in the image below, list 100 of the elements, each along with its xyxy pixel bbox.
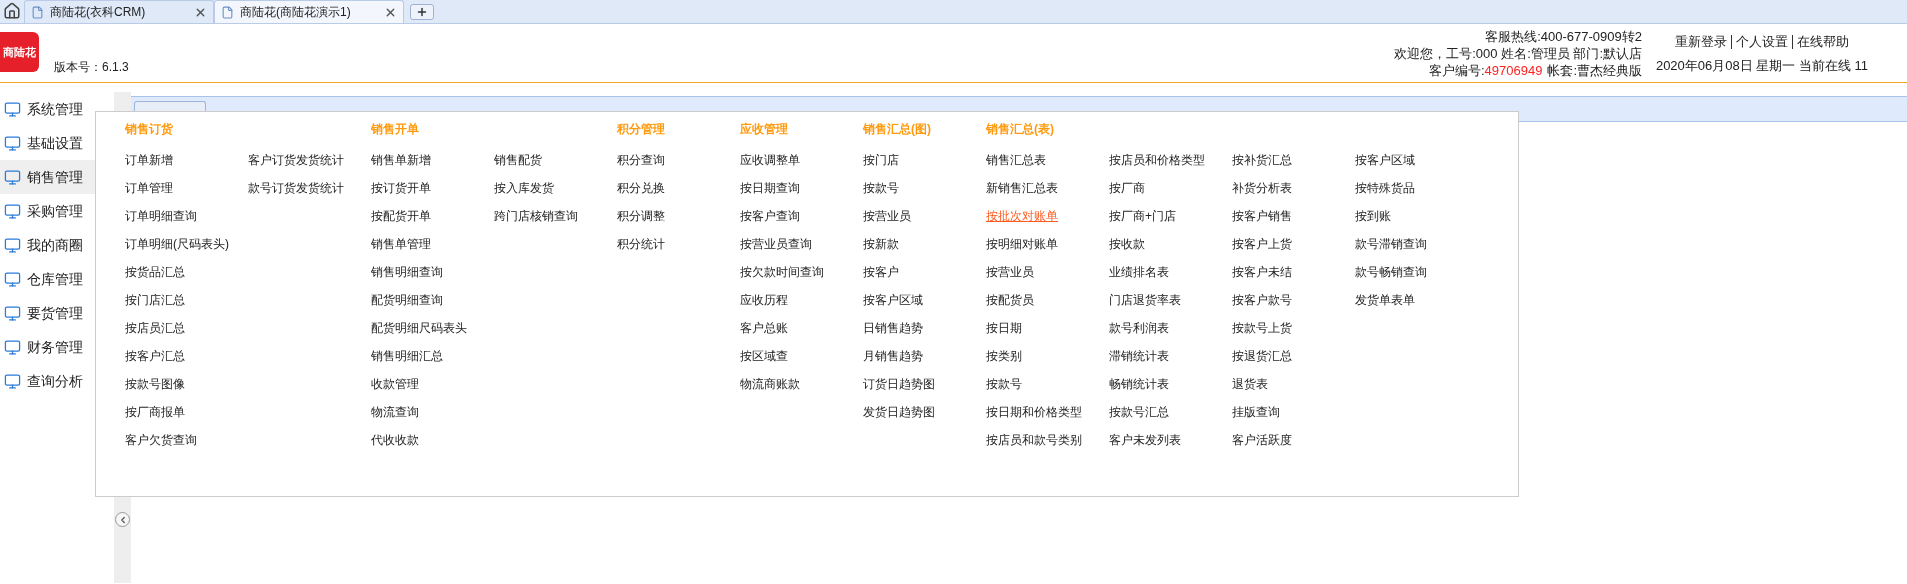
menu-item[interactable]: 款号订货发货统计 — [248, 179, 344, 197]
menu-item[interactable]: 款号利润表 — [1109, 319, 1169, 337]
menu-item[interactable]: 客户订货发货统计 — [248, 151, 344, 169]
menu-item[interactable]: 收款管理 — [371, 375, 419, 393]
menu-item[interactable]: 按区域查 — [740, 347, 788, 365]
menu-item[interactable]: 按客户销售 — [1232, 207, 1292, 225]
menu-item[interactable]: 按入库发货 — [494, 179, 554, 197]
menu-item[interactable]: 应收调整单 — [740, 151, 800, 169]
home-icon[interactable] — [3, 2, 21, 20]
menu-item[interactable]: 按客户未结 — [1232, 263, 1292, 281]
menu-item[interactable]: 发货日趋势图 — [863, 403, 935, 421]
menu-item[interactable]: 按款号 — [986, 375, 1022, 393]
menu-item[interactable]: 发货单表单 — [1355, 291, 1415, 309]
menu-item[interactable]: 日销售趋势 — [863, 319, 923, 337]
menu-item[interactable]: 按客户款号 — [1232, 291, 1292, 309]
menu-item[interactable]: 按收款 — [1109, 235, 1145, 253]
menu-item[interactable]: 按营业员查询 — [740, 235, 812, 253]
menu-item[interactable]: 按特殊货品 — [1355, 179, 1415, 197]
menu-item[interactable]: 订单明细(尺码表头) — [125, 235, 229, 253]
menu-item[interactable]: 按客户区域 — [1355, 151, 1415, 169]
menu-item[interactable]: 按日期 — [986, 319, 1022, 337]
browser-tab[interactable]: 商陆花(商陆花演示1) — [214, 0, 404, 23]
menu-item[interactable]: 按配货开单 — [371, 207, 431, 225]
menu-item[interactable]: 订单明细查询 — [125, 207, 197, 225]
menu-item[interactable]: 款号畅销查询 — [1355, 263, 1427, 281]
browser-tab[interactable]: 商陆花(衣科CRM) — [24, 0, 214, 23]
menu-item[interactable]: 门店退货率表 — [1109, 291, 1181, 309]
new-tab-button[interactable] — [410, 4, 434, 20]
menu-item[interactable]: 按款号图像 — [125, 375, 185, 393]
sidebar-item[interactable]: 仓库管理 — [0, 262, 114, 296]
menu-item[interactable]: 积分调整 — [617, 207, 665, 225]
menu-item[interactable]: 畅销统计表 — [1109, 375, 1169, 393]
menu-item[interactable]: 销售汇总表 — [986, 151, 1046, 169]
menu-item[interactable]: 物流查询 — [371, 403, 419, 421]
menu-item[interactable]: 代收收款 — [371, 431, 419, 449]
menu-item[interactable]: 订货日趋势图 — [863, 375, 935, 393]
menu-item[interactable]: 按补货汇总 — [1232, 151, 1292, 169]
menu-item[interactable]: 月销售趋势 — [863, 347, 923, 365]
menu-item[interactable]: 按客户 — [863, 263, 899, 281]
menu-item[interactable]: 款号滞销查询 — [1355, 235, 1427, 253]
menu-item[interactable]: 积分兑换 — [617, 179, 665, 197]
menu-item[interactable]: 按客户上货 — [1232, 235, 1292, 253]
menu-item[interactable]: 新销售汇总表 — [986, 179, 1058, 197]
menu-item[interactable]: 销售明细汇总 — [371, 347, 443, 365]
sidebar-item[interactable]: 采购管理 — [0, 194, 114, 228]
menu-item[interactable]: 按客户查询 — [740, 207, 800, 225]
sidebar-item[interactable]: 基础设置 — [0, 126, 114, 160]
menu-item[interactable]: 按欠款时间查询 — [740, 263, 824, 281]
menu-item[interactable]: 按款号 — [863, 179, 899, 197]
menu-item[interactable]: 按门店汇总 — [125, 291, 185, 309]
menu-item[interactable]: 滞销统计表 — [1109, 347, 1169, 365]
header-link[interactable]: 重新登录 — [1675, 32, 1727, 52]
menu-item[interactable]: 按日期查询 — [740, 179, 800, 197]
menu-item[interactable]: 积分统计 — [617, 235, 665, 253]
menu-item[interactable]: 按订货开单 — [371, 179, 431, 197]
menu-item[interactable]: 按款号汇总 — [1109, 403, 1169, 421]
menu-item[interactable]: 客户活跃度 — [1232, 431, 1292, 449]
sidebar-item[interactable]: 查询分析 — [0, 364, 114, 398]
header-link[interactable]: 在线帮助 — [1797, 32, 1849, 52]
menu-item[interactable]: 退货表 — [1232, 375, 1268, 393]
menu-item[interactable]: 按店员汇总 — [125, 319, 185, 337]
menu-item[interactable]: 按厂商报单 — [125, 403, 185, 421]
sidebar-item[interactable]: 财务管理 — [0, 330, 114, 364]
menu-item[interactable]: 销售单新增 — [371, 151, 431, 169]
menu-item[interactable]: 按门店 — [863, 151, 899, 169]
menu-item[interactable]: 按日期和价格类型 — [986, 403, 1082, 421]
menu-item[interactable]: 按客户汇总 — [125, 347, 185, 365]
menu-item[interactable]: 客户未发列表 — [1109, 431, 1181, 449]
menu-item[interactable]: 物流商账款 — [740, 375, 800, 393]
sidebar-item[interactable]: 我的商圈 — [0, 228, 114, 262]
menu-item[interactable]: 按明细对账单 — [986, 235, 1058, 253]
menu-item[interactable]: 按货品汇总 — [125, 263, 185, 281]
collapse-button[interactable] — [115, 512, 130, 527]
menu-item[interactable]: 按到账 — [1355, 207, 1391, 225]
menu-item[interactable]: 按厂商 — [1109, 179, 1145, 197]
sidebar-item[interactable]: 要货管理 — [0, 296, 114, 330]
menu-item[interactable]: 应收历程 — [740, 291, 788, 309]
menu-item[interactable]: 按款号上货 — [1232, 319, 1292, 337]
menu-item[interactable]: 挂版查询 — [1232, 403, 1280, 421]
menu-item[interactable]: 按配货员 — [986, 291, 1034, 309]
menu-item[interactable]: 订单新增 — [125, 151, 173, 169]
menu-item[interactable]: 积分查询 — [617, 151, 665, 169]
menu-item[interactable]: 配货明细查询 — [371, 291, 443, 309]
menu-item[interactable]: 按厂商+门店 — [1109, 207, 1176, 225]
menu-item[interactable]: 补货分析表 — [1232, 179, 1292, 197]
menu-item[interactable]: 销售单管理 — [371, 235, 431, 253]
menu-item[interactable]: 按客户区域 — [863, 291, 923, 309]
menu-item[interactable]: 客户总账 — [740, 319, 788, 337]
menu-item[interactable]: 按营业员 — [986, 263, 1034, 281]
menu-item[interactable]: 跨门店核销查询 — [494, 207, 578, 225]
menu-item[interactable]: 订单管理 — [125, 179, 173, 197]
menu-item[interactable]: 销售配货 — [494, 151, 542, 169]
header-link[interactable]: 个人设置 — [1736, 32, 1788, 52]
menu-item[interactable]: 按店员和款号类别 — [986, 431, 1082, 449]
menu-item[interactable]: 按店员和价格类型 — [1109, 151, 1205, 169]
menu-item[interactable]: 按类别 — [986, 347, 1022, 365]
menu-item[interactable]: 配货明细尺码表头 — [371, 319, 467, 337]
menu-item[interactable]: 业绩排名表 — [1109, 263, 1169, 281]
menu-item[interactable]: 按营业员 — [863, 207, 911, 225]
menu-item[interactable]: 按新款 — [863, 235, 899, 253]
